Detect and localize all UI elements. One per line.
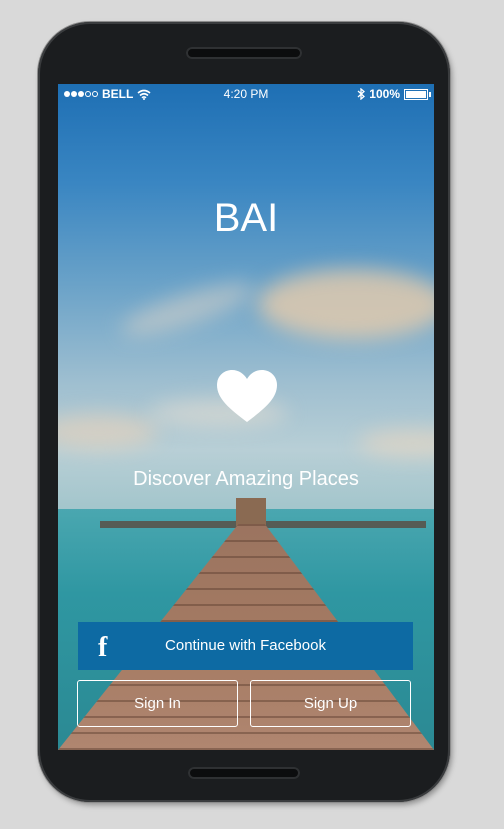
battery-percent: 100%: [369, 87, 400, 101]
background-cloud: [258, 269, 434, 339]
heart-icon: [217, 370, 277, 422]
app-screen: BELL 4:20 PM 100% BAI Discover Amazing P…: [58, 84, 434, 750]
background-pier-house: [236, 498, 266, 526]
status-right: 100%: [357, 87, 431, 101]
bluetooth-icon: [357, 88, 366, 100]
background-cloud: [358, 429, 434, 457]
background-cloud: [58, 414, 158, 449]
phone-earpiece: [186, 47, 302, 59]
facebook-button-label: Continue with Facebook: [165, 637, 326, 654]
sign-up-button[interactable]: Sign Up: [250, 680, 411, 727]
phone-bottom-speaker: [188, 767, 300, 779]
sign-in-button[interactable]: Sign In: [77, 680, 238, 727]
status-bar: BELL 4:20 PM 100%: [58, 84, 434, 104]
app-title: BAI: [213, 196, 279, 240]
background-cloud: [116, 273, 260, 345]
battery-icon: [404, 88, 431, 100]
continue-with-facebook-button[interactable]: f Continue with Facebook: [78, 622, 413, 670]
tagline: Discover Amazing Places: [133, 468, 359, 490]
